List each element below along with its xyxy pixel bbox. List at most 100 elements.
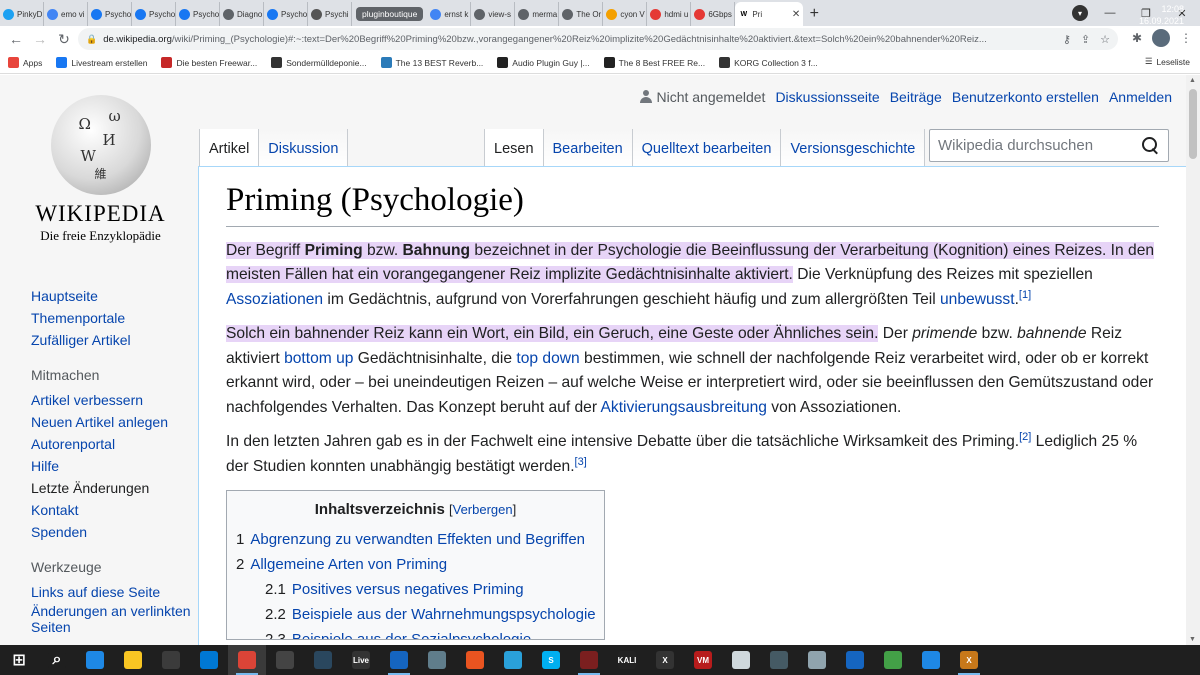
taskbar-item[interactable] [380,645,418,675]
scrollbar-thumb[interactable] [1189,89,1197,159]
reading-list-button[interactable]: ☰ Leseliste [1145,56,1190,67]
taskbar-item[interactable] [570,645,608,675]
browser.tabs2-4[interactable]: cyon V [603,2,648,26]
bookmark-item[interactable]: Die besten Freewar... [161,57,257,68]
tab-group-pluginboutique[interactable]: pluginboutique [352,2,427,26]
toc-link[interactable]: Allgemeine Arten von Priming [250,556,447,573]
toc-link[interactable]: Beispiele aus der Wahrnehmungspsychologi… [292,606,596,623]
taskbar-item[interactable]: ⊞ [0,645,38,675]
browser.tabs-3[interactable]: Psycho [132,2,176,26]
taskbar-item[interactable] [190,645,228,675]
key-icon[interactable]: ⚷ [1063,33,1071,46]
browser.tabs-4[interactable]: Psycho [176,2,220,26]
sidebar-link[interactable]: Änderungen an verlinkten Seiten [31,603,191,635]
taskbar-item[interactable]: S [532,645,570,675]
browser.tabs-5[interactable]: Diagno [220,2,264,26]
taskbar-item[interactable] [456,645,494,675]
link-bottom-up[interactable]: bottom up [284,350,353,367]
toc-item[interactable]: 2.3 Beispiele aus der Sozialpsychologie [236,627,595,639]
forward-button[interactable]: → [28,27,52,51]
browser.tabs-7[interactable]: Psychi [308,2,352,26]
taskbar-item[interactable] [152,645,190,675]
address-bar[interactable]: 🔒 de.wikipedia.org/wiki/Priming_(Psychol… [78,28,1118,50]
bookmark-item[interactable]: Sondermülldeponie... [271,57,367,68]
login-link[interactable]: Anmelden [1109,89,1172,105]
sidebar-link[interactable]: Kontakt [31,499,191,521]
sidebar-link[interactable]: Spenden [31,521,191,543]
browser.tabs2-2[interactable]: merma [515,2,560,26]
browser.tabs-0[interactable]: PinkyD [0,2,44,26]
wiki-tab[interactable]: Artikel [199,129,260,166]
taskbar-item[interactable] [418,645,456,675]
taskbar-item[interactable]: Live [342,645,380,675]
search-icon[interactable] [1142,136,1160,155]
browser.tabs2-6[interactable]: 6Gbps [691,2,736,26]
browser.tabs2-5[interactable]: hdmi u [647,2,692,26]
taskbar-item[interactable] [722,645,760,675]
bookmark-item[interactable]: KORG Collection 3 f... [719,57,818,68]
sidebar-link[interactable]: Hauptseite [31,285,191,307]
browser.tabs-2[interactable]: Psycho [88,2,132,26]
wiki-tab[interactable]: Quelltext bearbeiten [632,129,782,166]
taskbar-item[interactable] [836,645,874,675]
bookmark-item[interactable]: The 13 BEST Reverb... [380,57,483,68]
link-assoziationen[interactable]: Assoziationen [226,291,323,308]
toc-item[interactable]: 2.2 Beispiele aus der Wahrnehmungspsychol… [236,602,596,627]
menu-icon[interactable]: ⋮ [1180,31,1192,45]
ref-2[interactable]: [2] [1019,431,1031,443]
toc-item[interactable]: 1 Abgrenzung zu verwandten Effekten und B… [236,527,595,552]
wiki-tab[interactable]: Versionsgeschichte [781,129,926,166]
toc-item[interactable]: 2 Allgemeine Arten von Priming [236,552,595,577]
sidebar-link[interactable]: Letzte Änderungen [31,477,191,499]
wiki-tab[interactable]: Lesen [484,129,544,166]
taskbar-item[interactable] [874,645,912,675]
share-icon[interactable]: ⇪ [1081,33,1090,46]
browser.tabs2-0[interactable]: ernst k [427,2,472,26]
taskbar-item[interactable] [760,645,798,675]
new-tab-button[interactable]: + [803,2,825,26]
taskbar-item[interactable] [304,645,342,675]
page-scrollbar[interactable]: ▲ ▼ [1186,75,1200,645]
browser.tabs-6[interactable]: Psycho [264,2,308,26]
bookmark-item[interactable]: Apps [8,57,42,68]
reload-button[interactable]: ↻ [52,27,76,51]
wiki-tab[interactable]: Diskussion [259,129,349,166]
taskbar-item[interactable] [76,645,114,675]
taskbar-item[interactable]: KALI [608,645,646,675]
wiki-tab[interactable]: Bearbeiten [543,129,633,166]
system-clock[interactable]: 12:08 16.09.2021 [1139,3,1184,27]
sidebar-link[interactable]: Themenportale [31,307,191,329]
taskbar-item[interactable]: X [646,645,684,675]
taskbar-item[interactable]: VM [684,645,722,675]
sidebar-link[interactable]: Hilfe [31,455,191,477]
back-button[interactable]: ← [4,27,28,51]
bookmark-item[interactable]: Livestream erstellen [56,57,147,68]
sidebar-link[interactable]: Neuen Artikel anlegen [31,411,191,433]
toc-link[interactable]: Abgrenzung zu verwandten Effekten und Be… [250,531,585,548]
minimize-button[interactable]: — [1092,0,1128,26]
bookmark-item[interactable]: The 8 Best FREE Re... [603,57,705,68]
talk-link[interactable]: Diskussionsseite [775,89,879,105]
search-input[interactable] [938,137,1128,154]
toc-link[interactable]: Positives versus negatives Priming [292,581,524,598]
active-tab[interactable]: W Pri ✕ [735,2,804,26]
sidebar-link[interactable]: Zufälliger Artikel [31,329,191,351]
browser.tabs2-1[interactable]: view-s [471,2,516,26]
profile-avatar[interactable] [1152,29,1170,47]
browser.tabs-1[interactable]: emo vi [44,2,88,26]
wikipedia-logo[interactable]: Ω И W ω 維 Wikipedia Die freie Enzyklopäd… [28,95,173,255]
bookmark-item[interactable]: Audio Plugin Guy |... [497,57,590,68]
taskbar-item[interactable]: X [950,645,988,675]
ref-1[interactable]: [1] [1019,289,1031,301]
taskbar-item[interactable] [798,645,836,675]
extensions-icon[interactable]: ✱ [1132,31,1142,45]
toc-item[interactable]: 2.1 Positives versus negatives Priming [236,577,595,602]
taskbar-item[interactable] [266,645,304,675]
toc-link[interactable]: Beispiele aus der Sozialpsychologie [292,631,531,639]
link-unbewusst[interactable]: unbewusst [940,291,1015,308]
ref-3[interactable]: [3] [575,456,587,468]
create-account-link[interactable]: Benutzerkonto erstellen [952,89,1099,105]
taskbar-item[interactable] [114,645,152,675]
contributions-link[interactable]: Beiträge [890,89,942,105]
link-aktivierungsausbreitung[interactable]: Aktivierungsausbreitung [601,399,767,416]
